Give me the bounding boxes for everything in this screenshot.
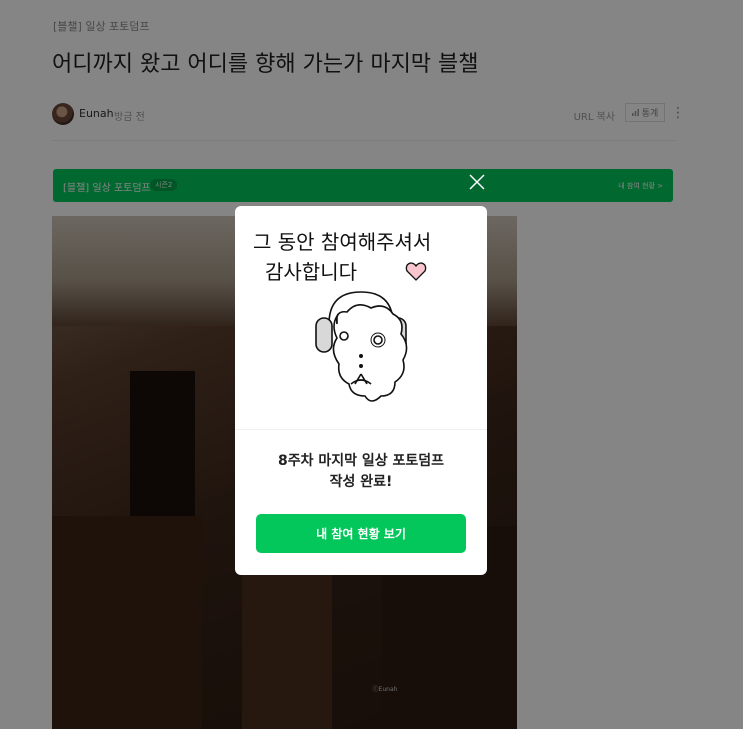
message-line1: 8주차 마지막 일상 포토덤프 <box>277 453 445 469</box>
illust-line1: 그 동안 참여해주셔서 <box>253 230 431 254</box>
view-participation-button[interactable]: 내 참여 현황 보기 <box>256 514 466 553</box>
close-icon[interactable] <box>467 172 487 192</box>
thank-you-illustration: 그 동안 참여해주셔서 감사합니다 <box>253 230 431 402</box>
completion-modal: 그 동안 참여해주셔서 감사합니다 8주차 마지막 일상 포토덤프 작성 완료!… <box>235 206 487 575</box>
message-line2: 작성 완료! <box>329 474 393 490</box>
illust-line2: 감사합니다 <box>265 260 357 284</box>
character-drawing <box>315 291 408 402</box>
completion-message: 8주차 마지막 일상 포토덤프 작성 완료! <box>235 451 487 493</box>
heart-icon <box>405 262 427 281</box>
modal-divider <box>235 429 487 430</box>
